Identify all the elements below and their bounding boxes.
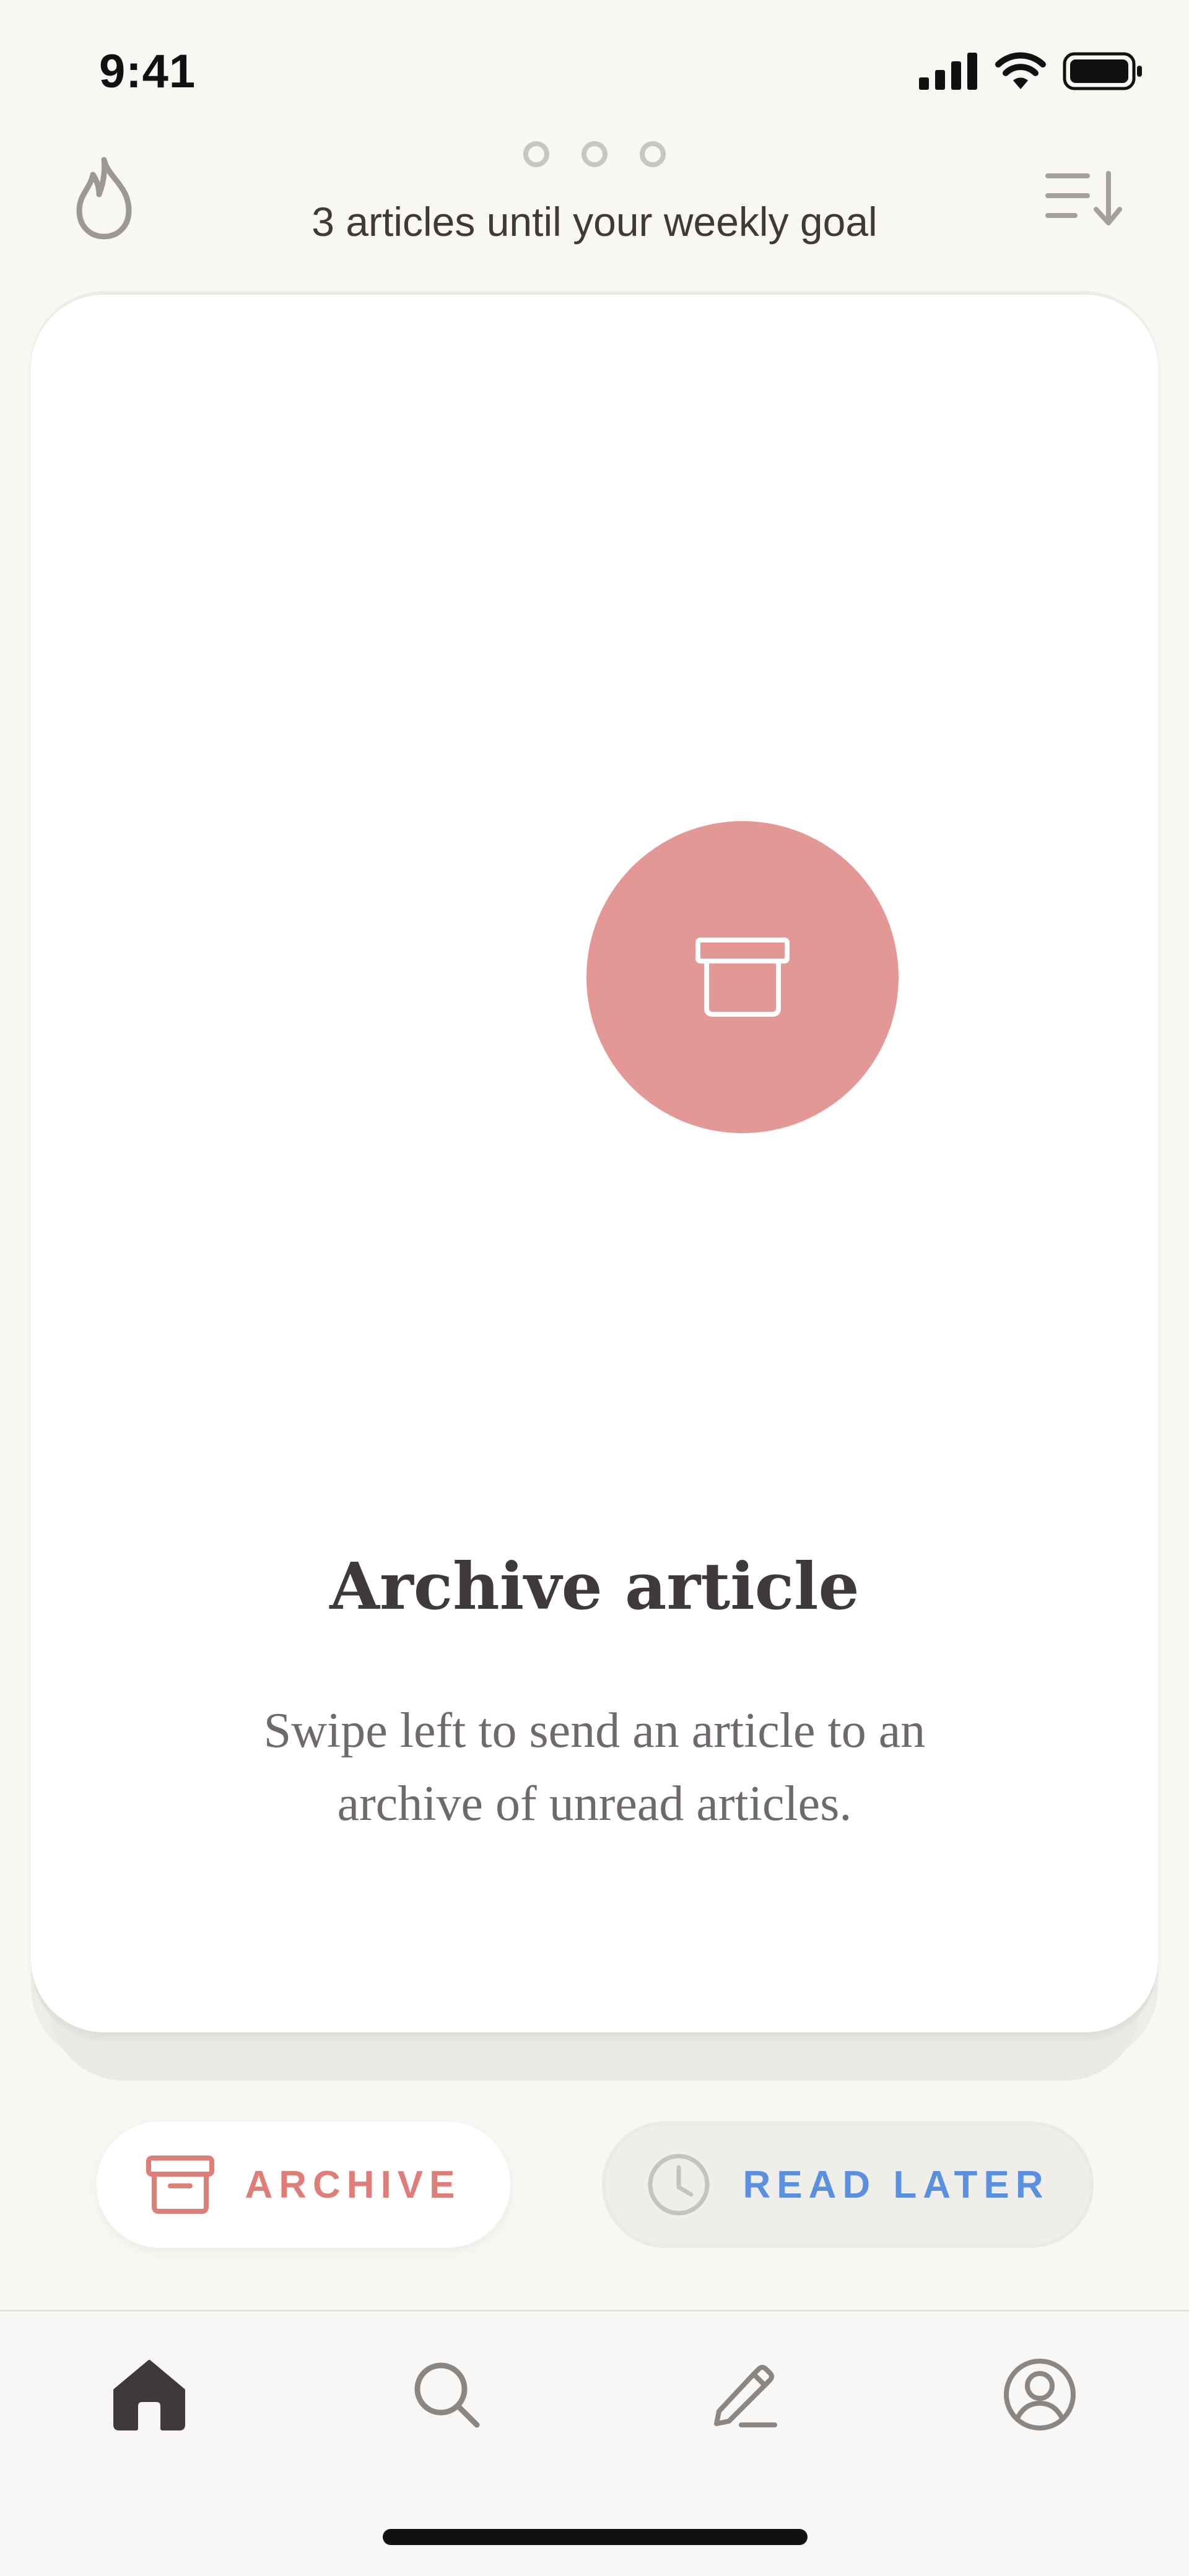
read-later-button[interactable]: READ LATER	[602, 2121, 1094, 2248]
archive-indicator	[586, 821, 899, 1133]
battery-icon	[1063, 52, 1142, 90]
tab-write[interactable]	[702, 2354, 783, 2435]
tab-search[interactable]	[406, 2354, 487, 2435]
weekly-goal-text: 3 articles until your weekly goal	[311, 199, 878, 245]
cellular-signal-icon	[919, 53, 977, 90]
card-description: Swipe left to send an article to an arch…	[263, 1704, 926, 1831]
goal-dot	[640, 141, 666, 167]
sort-button[interactable]	[1044, 167, 1122, 229]
tab-profile[interactable]	[1000, 2354, 1080, 2435]
archive-button[interactable]: ARCHIVE	[97, 2121, 510, 2248]
profile-icon	[1004, 2359, 1076, 2430]
wifi-icon	[995, 52, 1046, 89]
archive-icon	[146, 2156, 215, 2214]
read-later-button-label: READ LATER	[743, 2163, 1050, 2206]
search-icon	[414, 2362, 480, 2428]
clock-icon	[648, 2154, 710, 2216]
home-indicator	[383, 2529, 808, 2545]
status-icons	[919, 52, 1143, 90]
home-icon	[113, 2360, 185, 2430]
status-time: 9:41	[99, 45, 196, 98]
archive-icon	[695, 938, 790, 1017]
goal-dot	[523, 141, 549, 167]
card-title: Archive article	[329, 1548, 860, 1624]
sort-descending-icon	[1045, 171, 1122, 225]
tab-home[interactable]	[109, 2354, 189, 2435]
weekly-goal-progress	[0, 141, 1189, 167]
archive-button-label: ARCHIVE	[245, 2163, 461, 2206]
pen-icon	[714, 2365, 777, 2427]
goal-dot	[581, 141, 608, 167]
